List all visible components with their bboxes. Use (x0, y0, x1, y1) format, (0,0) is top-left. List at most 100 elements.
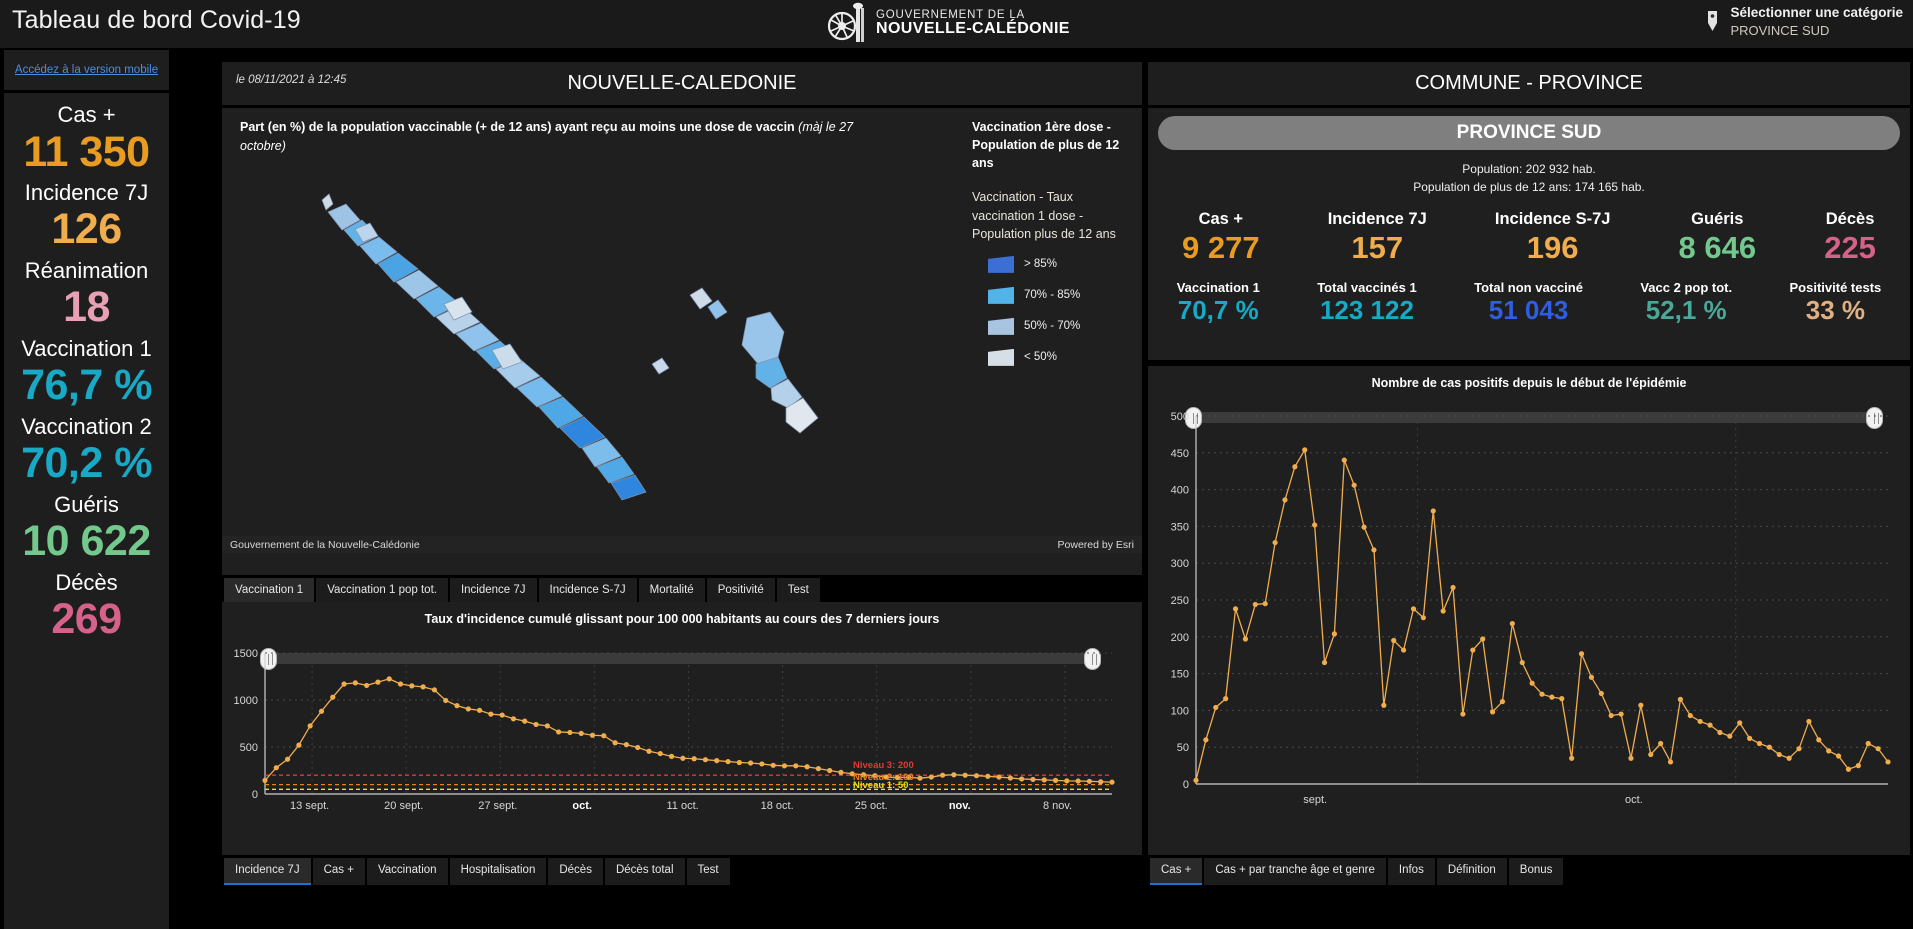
map-tab-7[interactable]: Test (777, 578, 820, 605)
threshold-label-3: Niveau 3: 200 (853, 760, 914, 771)
center-panel-title: NOUVELLE-CALEDONIE (222, 72, 1142, 95)
svg-text:300: 300 (1171, 558, 1189, 570)
center-chart-tab-6[interactable]: Décès total (605, 858, 685, 885)
stat-label: Total non vacciné (1474, 280, 1583, 295)
right-chart-tab-3[interactable]: Infos (1388, 858, 1435, 885)
cases-line-chart: 050100150200250300350400450500 (1148, 402, 1910, 814)
kpi-label: Décès (4, 569, 169, 597)
map-tab-4[interactable]: Incidence S-7J (539, 578, 637, 605)
right-chart-tab-1[interactable]: Cas + (1150, 858, 1202, 885)
map-tab-2[interactable]: Vaccination 1 pop tot. (316, 578, 448, 605)
x-tick: nov. (949, 800, 971, 812)
new-caledonia-map[interactable] (222, 152, 962, 532)
kpi-label: Vaccination 2 (4, 413, 169, 441)
legend-swatch-icon (988, 287, 1014, 304)
stat-label: Vaccination 1 (1177, 280, 1260, 295)
stat-label: Vacc 2 pop tot. (1640, 280, 1732, 295)
svg-text:1000: 1000 (234, 695, 258, 707)
province-stats-card: PROVINCE SUD Population: 202 932 hab. Po… (1148, 108, 1910, 360)
legend-row-4: < 50% (972, 349, 1137, 366)
stat-value: 123 122 (1317, 295, 1416, 326)
kpi-6: Guéris10 622 (4, 491, 169, 565)
legend-label: 50% - 70% (1024, 320, 1080, 332)
legend-row-3: 50% - 70% (972, 318, 1137, 335)
population-total: Population: 202 932 hab. (1148, 160, 1910, 178)
map-tab-1[interactable]: Vaccination 1 (224, 578, 314, 605)
stat-value: 70,7 % (1177, 295, 1260, 326)
stat-value: 8 646 (1679, 229, 1757, 266)
kpi-label: Incidence 7J (4, 179, 169, 207)
x-tick: 20 sept. (384, 800, 423, 812)
x-tick: 25 oct. (855, 800, 888, 812)
svg-text:200: 200 (1171, 632, 1189, 644)
legend-row-1: > 85% (972, 256, 1137, 273)
center-panel-header: le 08/11/2021 à 12:45 NOUVELLE-CALEDONIE (222, 62, 1142, 105)
center-chart-tab-2[interactable]: Cas + (313, 858, 365, 885)
right-chart-tab-2[interactable]: Cas + par tranche âge et genre (1204, 858, 1386, 885)
x-tick: 13 sept. (290, 800, 329, 812)
kpi-5: Vaccination 270,2 % (4, 413, 169, 487)
center-chart-tab-5[interactable]: Décès (548, 858, 603, 885)
kpi-value: 126 (4, 206, 169, 252)
stat-4: Guéris8 646 (1679, 210, 1757, 266)
svg-text:450: 450 (1171, 448, 1189, 460)
svg-text:50: 50 (1177, 742, 1189, 754)
kpi-value: 70,2 % (4, 440, 169, 486)
update-timestamp: le 08/11/2021 à 12:45 (236, 74, 346, 86)
cases-chart-card: Nombre de cas positifs depuis le début d… (1148, 366, 1910, 855)
category-selector[interactable]: Sélectionner une catégorie PROVINCE SUD (1706, 4, 1903, 40)
map-footer: Gouvernement de la Nouvelle-Calédonie Po… (222, 536, 1142, 553)
svg-text:500: 500 (1171, 411, 1189, 423)
center-chart-tabbar[interactable]: Incidence 7JCas +VaccinationHospitalisat… (224, 858, 730, 885)
center-chart-tab-4[interactable]: Hospitalisation (450, 858, 547, 885)
map-tab-6[interactable]: Positivité (707, 578, 775, 605)
legend-label: > 85% (1024, 258, 1057, 270)
kpi-value: 18 (4, 284, 169, 330)
kpi-value: 10 622 (4, 518, 169, 564)
x-tick: 27 sept. (478, 800, 517, 812)
center-chart-tab-1[interactable]: Incidence 7J (224, 858, 311, 885)
province-stat-row-1: Cas +9 277Incidence 7J157Incidence S-7J1… (1148, 210, 1910, 266)
stat-value: 9 277 (1182, 229, 1260, 266)
page-title: Tableau de bord Covid-19 (12, 6, 301, 35)
stat-2: Incidence 7J157 (1328, 210, 1427, 266)
map-tab-3[interactable]: Incidence 7J (450, 578, 537, 605)
x-tick: oct. (572, 800, 592, 812)
logo-line-1: GOUVERNEMENT DE LA (876, 9, 1070, 21)
province-selector[interactable]: PROVINCE SUD (1158, 116, 1900, 150)
right-chart-tab-4[interactable]: Définition (1437, 858, 1507, 885)
logo-line-2: NOUVELLE-CALÉDONIE (876, 21, 1070, 38)
map-attribution-left: Gouvernement de la Nouvelle-Calédonie (230, 539, 420, 551)
stat2-2: Total vaccinés 1123 122 (1317, 280, 1416, 326)
kpi-label: Guéris (4, 491, 169, 519)
stat-value: 51 043 (1474, 295, 1583, 326)
legend-items: > 85%70% - 85%50% - 70%< 50% (972, 256, 1137, 366)
center-chart-tab-7[interactable]: Test (687, 858, 730, 885)
map-legend: Vaccination 1ère dose - Population de pl… (972, 118, 1137, 380)
legend-swatch-icon (988, 349, 1014, 366)
kpi-2: Incidence 7J126 (4, 179, 169, 253)
stat-label: Positivité tests (1790, 280, 1882, 295)
incidence-chart-card: Taux d'incidence cumulé glissant pour 10… (222, 602, 1142, 855)
stat2-1: Vaccination 170,7 % (1177, 280, 1260, 326)
stat-label: Total vaccinés 1 (1317, 280, 1416, 295)
x-tick: 18 oct. (761, 800, 794, 812)
category-value: PROVINCE SUD (1730, 22, 1903, 40)
kpi-4: Vaccination 176,7 % (4, 335, 169, 409)
mobile-version-box[interactable]: Accédez à la version mobile (4, 50, 169, 90)
kpi-1: Cas +11 350 (4, 101, 169, 175)
map-tab-5[interactable]: Mortalité (639, 578, 705, 605)
cases-chart-title: Nombre de cas positifs depuis le début d… (1148, 366, 1910, 390)
right-chart-tabbar[interactable]: Cas +Cas + par tranche âge et genreInfos… (1150, 858, 1563, 885)
mobile-version-link[interactable]: Accédez à la version mobile (15, 64, 158, 76)
stat-label: Incidence 7J (1328, 210, 1427, 229)
map-tabbar[interactable]: Vaccination 1Vaccination 1 pop tot.Incid… (224, 578, 820, 605)
kpi-label: Vaccination 1 (4, 335, 169, 363)
kpi-3: Réanimation18 (4, 257, 169, 331)
legend-title: Vaccination 1ère dose - Population de pl… (972, 118, 1137, 172)
incidence-chart-title: Taux d'incidence cumulé glissant pour 10… (222, 602, 1142, 626)
right-chart-tab-5[interactable]: Bonus (1509, 858, 1564, 885)
population-info: Population: 202 932 hab. Population de p… (1148, 160, 1910, 196)
province-stat-row-2: Vaccination 170,7 % Total vaccinés 1123 1… (1148, 280, 1910, 326)
center-chart-tab-3[interactable]: Vaccination (367, 858, 448, 885)
